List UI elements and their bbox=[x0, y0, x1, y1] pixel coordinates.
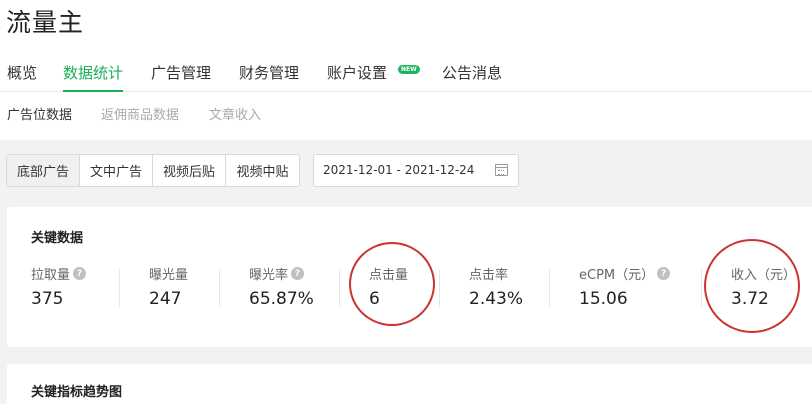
metric-label: eCPM（元） bbox=[579, 268, 655, 283]
trend-chart-card: 关键指标趋势图 bbox=[7, 364, 812, 404]
metric-value: 247 bbox=[149, 289, 182, 309]
metric-ecpm: eCPM（元）? 15.06 bbox=[579, 264, 671, 309]
nav-tab-finance[interactable]: 财务管理 bbox=[239, 62, 299, 92]
date-range-value: 2021-12-01 - 2021-12-24 bbox=[323, 163, 475, 177]
ad-type-bottom[interactable]: 底部广告 bbox=[7, 155, 80, 186]
subnav-article-income[interactable]: 文章收入 bbox=[209, 104, 261, 123]
metric-value: 65.87% bbox=[249, 289, 314, 309]
main-nav: 概览 数据统计 广告管理 财务管理 账户设置 NEW 公告消息 bbox=[0, 56, 812, 92]
nav-tab-ad-management[interactable]: 广告管理 bbox=[151, 62, 211, 92]
metric-label: 点击率 bbox=[469, 268, 509, 283]
metric-value: 2.43% bbox=[469, 289, 524, 309]
metric-divider bbox=[549, 269, 550, 307]
nav-tab-announcements[interactable]: 公告消息 bbox=[442, 62, 502, 92]
page-title: 流量主 bbox=[6, 8, 85, 37]
date-range-picker[interactable]: 2021-12-01 - 2021-12-24 bbox=[313, 154, 519, 187]
help-icon[interactable]: ? bbox=[73, 267, 87, 280]
metric-impression-rate: 曝光率? 65.87% bbox=[249, 264, 314, 309]
ad-type-in-article[interactable]: 文中广告 bbox=[80, 155, 153, 186]
new-badge: NEW bbox=[398, 65, 420, 74]
trend-chart-title: 关键指标趋势图 bbox=[31, 385, 123, 400]
metric-label: 拉取量 bbox=[31, 268, 71, 283]
calendar-icon bbox=[495, 164, 508, 176]
metric-label: 曝光量 bbox=[149, 268, 189, 283]
metric-divider bbox=[701, 269, 702, 307]
key-data-title: 关键数据 bbox=[31, 231, 84, 246]
annotation-circle-clicks bbox=[349, 242, 435, 326]
top-panel: 流量主 概览 数据统计 广告管理 财务管理 账户设置 NEW 公告消息 广告位数… bbox=[0, 0, 812, 140]
nav-tab-statistics[interactable]: 数据统计 bbox=[63, 62, 124, 92]
subnav-rebate-goods-data[interactable]: 返佣商品数据 bbox=[101, 104, 179, 123]
ad-type-video-post[interactable]: 视频后贴 bbox=[153, 155, 226, 186]
key-data-card: 关键数据 拉取量? 375 曝光量 247 曝光率? 65.87% 点击量 6 … bbox=[7, 207, 812, 347]
help-icon[interactable]: ? bbox=[657, 267, 671, 280]
metric-divider bbox=[219, 269, 220, 307]
nav-tab-overview[interactable]: 概览 bbox=[7, 62, 37, 92]
subnav-ad-slot-data[interactable]: 广告位数据 bbox=[7, 104, 72, 123]
ad-type-video-mid[interactable]: 视频中贴 bbox=[226, 155, 299, 186]
metric-click-rate: 点击率 2.43% bbox=[469, 264, 523, 309]
help-icon[interactable]: ? bbox=[291, 267, 305, 280]
nav-tab-account-settings[interactable]: 账户设置 bbox=[327, 62, 387, 92]
annotation-circle-income bbox=[704, 239, 800, 333]
metric-divider bbox=[439, 269, 440, 307]
ad-type-selector: 底部广告 文中广告 视频后贴 视频中贴 bbox=[6, 154, 300, 187]
metric-divider bbox=[339, 269, 340, 307]
metric-label: 曝光率 bbox=[249, 268, 289, 283]
metric-value: 375 bbox=[31, 289, 64, 309]
metric-value: 15.06 bbox=[579, 289, 628, 309]
metric-impressions: 曝光量 247 bbox=[149, 264, 188, 309]
metric-pull-count: 拉取量? 375 bbox=[31, 264, 87, 309]
metric-divider bbox=[119, 269, 120, 307]
